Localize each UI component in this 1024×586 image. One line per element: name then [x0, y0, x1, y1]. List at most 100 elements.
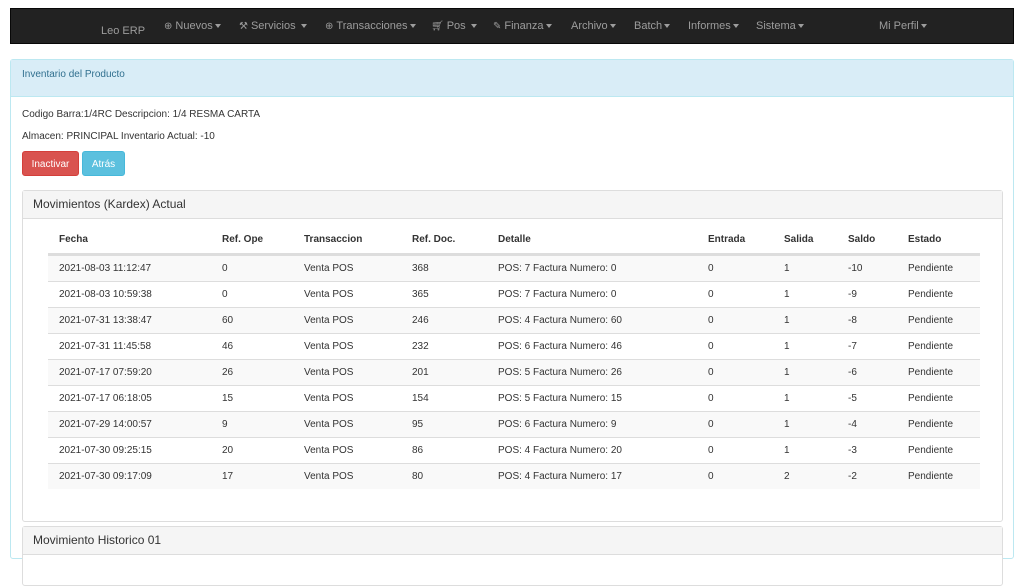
table-row: 2021-07-31 13:38:47 60 Venta POS 246 POS… — [48, 307, 980, 333]
cell-transaccion: Venta POS — [304, 263, 354, 274]
cell-estado: Pendiente — [908, 445, 954, 456]
nav-pos[interactable]: 🛒︎ Pos — [431, 9, 477, 45]
caret-down-icon — [664, 24, 671, 29]
caret-down-icon — [214, 24, 221, 29]
cell-detalle: POS: 5 Factura Numero: 26 — [498, 367, 622, 378]
cell-entrada: 0 — [708, 393, 714, 404]
cell-salida: 1 — [784, 315, 790, 326]
cell-transaccion: Venta POS — [304, 367, 354, 378]
col-fecha: Fecha — [59, 234, 88, 245]
col-ref-ope: Ref. Ope — [222, 234, 264, 245]
cell-transaccion: Venta POS — [304, 393, 354, 404]
caret-down-icon — [545, 24, 552, 29]
cell-entrada: 0 — [708, 263, 714, 274]
cart-icon: 🛒︎ — [431, 21, 444, 32]
cell-detalle: POS: 7 Factura Numero: 0 — [498, 289, 617, 300]
nav-batch[interactable]: Batch — [634, 9, 671, 45]
col-salida: Salida — [784, 234, 814, 245]
cell-entrada: 0 — [708, 341, 714, 352]
historico-panel: Movimiento Historico 01 — [22, 526, 1003, 586]
cell-transaccion: Venta POS — [304, 341, 354, 352]
cell-saldo: -10 — [848, 263, 863, 274]
brand-link[interactable]: Leo ERP — [101, 9, 145, 45]
cell-fecha: 2021-07-17 06:18:05 — [59, 393, 152, 404]
caret-down-icon — [732, 24, 739, 29]
cell-ref-ope: 0 — [222, 263, 228, 274]
cell-salida: 1 — [784, 445, 790, 456]
plus-circle-icon: ⊕ — [164, 21, 173, 32]
cell-salida: 1 — [784, 263, 790, 274]
wrench-icon: ⚒ — [239, 21, 248, 32]
table-row: 2021-07-29 14:00:57 9 Venta POS 95 POS: … — [48, 411, 980, 437]
nav-servicios[interactable]: ⚒ Servicios — [239, 9, 307, 45]
cell-transaccion: Venta POS — [304, 445, 354, 456]
product-code-description: Codigo Barra:1/4RC Descripcion: 1/4 RESM… — [22, 109, 261, 120]
col-transaccion: Transaccion — [304, 234, 363, 245]
cell-entrada: 0 — [708, 471, 714, 482]
cell-estado: Pendiente — [908, 471, 954, 482]
nav-servicios-label: Servicios — [250, 20, 296, 32]
cell-salida: 1 — [784, 341, 790, 352]
nav-informes[interactable]: Informes — [688, 9, 739, 45]
cell-ref-ope: 26 — [222, 367, 234, 378]
plus-circle-icon: ⊕ — [325, 21, 334, 32]
cell-entrada: 0 — [708, 419, 714, 430]
top-navbar: Leo ERP ⊕ Nuevos ⚒ Servicios ⊕ Transaccione… — [10, 8, 1014, 44]
cell-ref-doc: 246 — [412, 315, 429, 326]
nav-informes-label: Informes — [688, 20, 731, 32]
caret-down-icon — [300, 24, 307, 29]
cell-detalle: POS: 6 Factura Numero: 9 — [498, 419, 617, 430]
nav-archivo-label: Archivo — [571, 20, 608, 32]
cell-ref-doc: 154 — [412, 393, 429, 404]
cell-ref-doc: 86 — [412, 445, 424, 456]
cell-fecha: 2021-07-29 14:00:57 — [59, 419, 152, 430]
atras-button[interactable]: Atrás — [82, 151, 125, 176]
nav-transacciones[interactable]: ⊕ Transacciones — [325, 9, 416, 45]
cell-ref-doc: 95 — [412, 419, 424, 430]
cell-estado: Pendiente — [908, 419, 954, 430]
caret-down-icon — [409, 24, 416, 29]
cell-saldo: -2 — [848, 471, 857, 482]
table-row: 2021-07-17 07:59:20 26 Venta POS 201 POS… — [48, 359, 980, 385]
nav-mi-perfil[interactable]: Mi Perfil — [879, 9, 927, 45]
cell-ref-doc: 368 — [412, 263, 429, 274]
table-row: 2021-07-30 09:17:09 17 Venta POS 80 POS:… — [48, 463, 980, 489]
cell-estado: Pendiente — [908, 341, 954, 352]
cell-salida: 1 — [784, 393, 790, 404]
cell-saldo: -7 — [848, 341, 857, 352]
table-row: 2021-07-17 06:18:05 15 Venta POS 154 POS… — [48, 385, 980, 411]
nav-batch-label: Batch — [634, 20, 663, 32]
cell-fecha: 2021-07-30 09:25:15 — [59, 445, 152, 456]
table-row: 2021-07-30 09:25:15 20 Venta POS 86 POS:… — [48, 437, 980, 463]
nav-finanza-label: Finanza — [504, 20, 544, 32]
cell-transaccion: Venta POS — [304, 315, 354, 326]
col-saldo: Saldo — [848, 234, 876, 245]
cell-salida: 1 — [784, 419, 790, 430]
table-header-row: Fecha Ref. Ope Transaccion Ref. Doc. Det… — [48, 227, 980, 255]
table-row: 2021-07-31 11:45:58 46 Venta POS 232 POS… — [48, 333, 980, 359]
cell-fecha: 2021-08-03 10:59:38 — [59, 289, 152, 300]
inactivar-button[interactable]: Inactivar — [22, 151, 79, 176]
nav-sistema[interactable]: Sistema — [756, 9, 804, 45]
table-row: 2021-08-03 11:12:47 0 Venta POS 368 POS:… — [48, 255, 980, 281]
nav-finanza[interactable]: ✎ Finanza — [493, 9, 552, 45]
cell-saldo: -5 — [848, 393, 857, 404]
cell-entrada: 0 — [708, 445, 714, 456]
cell-entrada: 0 — [708, 289, 714, 300]
nav-nuevos[interactable]: ⊕ Nuevos — [164, 9, 221, 45]
cell-fecha: 2021-07-30 09:17:09 — [59, 471, 152, 482]
cell-saldo: -4 — [848, 419, 857, 430]
edit-icon: ✎ — [493, 21, 502, 32]
cell-fecha: 2021-08-03 11:12:47 — [59, 263, 152, 274]
cell-transaccion: Venta POS — [304, 289, 354, 300]
cell-ref-doc: 232 — [412, 341, 429, 352]
cell-fecha: 2021-07-31 11:45:58 — [59, 341, 152, 352]
cell-saldo: -3 — [848, 445, 857, 456]
col-estado: Estado — [908, 234, 942, 245]
cell-saldo: -9 — [848, 289, 857, 300]
kardex-panel-title: Movimientos (Kardex) Actual — [23, 191, 1002, 219]
cell-estado: Pendiente — [908, 393, 954, 404]
cell-detalle: POS: 5 Factura Numero: 15 — [498, 393, 622, 404]
historico-panel-title: Movimiento Historico 01 — [23, 527, 1002, 555]
nav-archivo[interactable]: Archivo — [571, 9, 616, 45]
